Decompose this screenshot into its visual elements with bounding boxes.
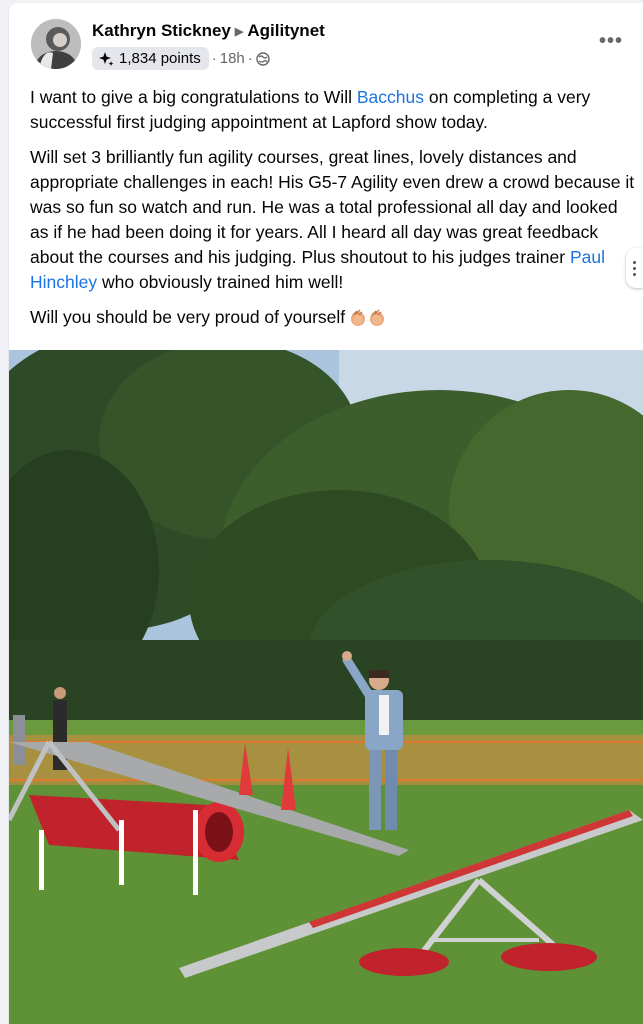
handle-dot	[633, 272, 636, 276]
globe-icon	[256, 51, 270, 66]
mention-link-bacchus[interactable]: Bacchus	[357, 87, 424, 107]
author-name[interactable]: Kathryn Stickney	[92, 21, 231, 41]
paragraph-text: who obviously trained him well!	[97, 272, 344, 292]
points-badge[interactable]: 1,834 points	[92, 47, 209, 70]
side-scroll-handle[interactable]	[626, 248, 643, 288]
paragraph-text: Will set 3 brilliantly fun agility cours…	[30, 147, 635, 267]
paragraph-1: I want to give a big congratulations to …	[30, 85, 636, 135]
triangle-right-icon: ▶	[234, 25, 244, 38]
paragraph-2: Will set 3 brilliantly fun agility cours…	[30, 145, 636, 295]
post-timestamp[interactable]: 18h	[220, 50, 245, 67]
post-card: Kathryn Stickney ▶ Agilitynet 1,834 poin…	[9, 3, 643, 1024]
post-body: I want to give a big congratulations to …	[30, 85, 636, 340]
agility-show-photo	[9, 350, 643, 1024]
meta-separator: ·	[247, 50, 253, 67]
group-name[interactable]: Agilitynet	[247, 21, 324, 41]
paragraph-text: Will you should be very proud of yoursel…	[30, 307, 346, 327]
clapping-hands-icon	[349, 308, 387, 328]
post-meta: 1,834 points · 18h ·	[92, 47, 270, 70]
author-avatar[interactable]	[31, 19, 81, 69]
star-sparkle-icon	[99, 51, 114, 66]
meta-separator: ·	[211, 50, 217, 67]
paragraph-text: I want to give a big congratulations to …	[30, 87, 357, 107]
avatar-image	[31, 19, 81, 69]
handle-dot	[633, 266, 636, 270]
more-options-button[interactable]: •••	[597, 29, 625, 53]
post-photo[interactable]	[9, 350, 643, 1024]
points-text: 1,834 points	[119, 50, 201, 67]
post-header-title: Kathryn Stickney ▶ Agilitynet	[92, 21, 325, 41]
handle-dot	[633, 260, 636, 264]
paragraph-3: Will you should be very proud of yoursel…	[30, 305, 636, 330]
